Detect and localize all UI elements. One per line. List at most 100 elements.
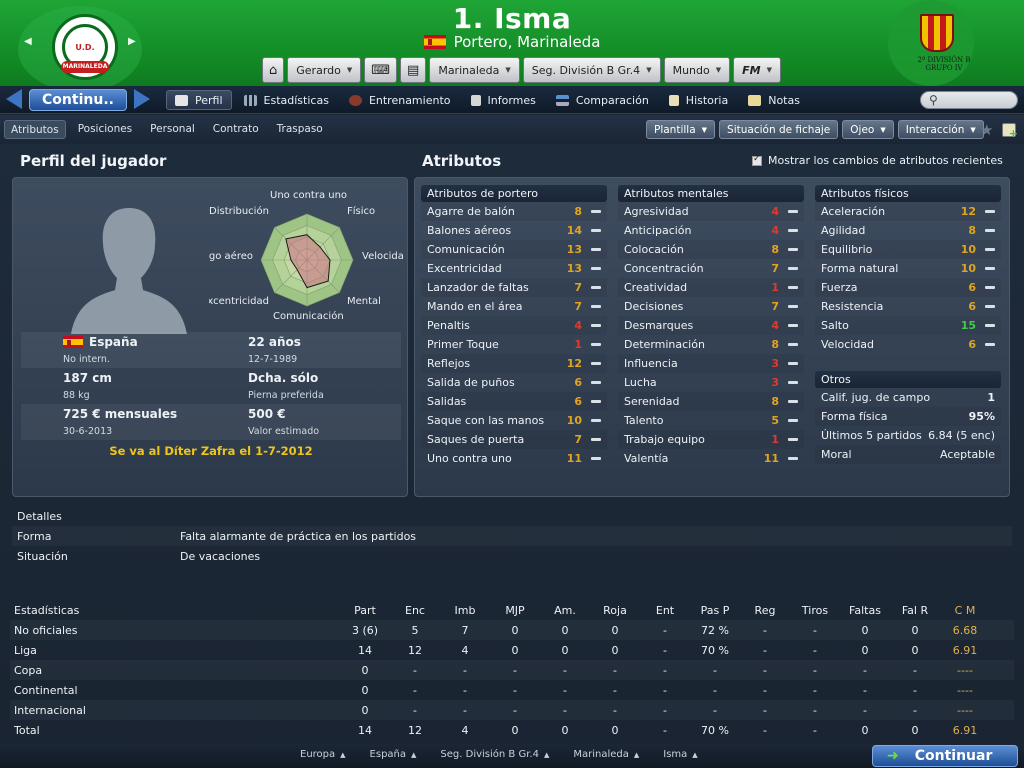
back-arrow-icon[interactable]	[6, 89, 22, 109]
stats-column-header[interactable]: Roja	[590, 604, 640, 617]
attribute-row[interactable]: Concentración 7	[618, 259, 804, 278]
add-note-icon[interactable]	[1002, 123, 1018, 140]
stats-column-header[interactable]: Am.	[540, 604, 590, 617]
subtab-personal[interactable]: Personal	[144, 120, 201, 139]
transfer-status-button[interactable]: Situación de fichaje	[719, 120, 839, 139]
tab-perfil[interactable]: Perfil	[166, 90, 232, 110]
stats-cell: 4	[461, 723, 469, 737]
competition-menu-button[interactable]: Seg. División B Gr.4 ▼	[522, 57, 661, 83]
attribute-row[interactable]: Penaltis 4	[421, 316, 607, 335]
attribute-name: Saques de puerta	[427, 433, 525, 446]
attribute-row[interactable]: Agilidad 8	[815, 221, 1001, 240]
calendar-button[interactable]: ▤	[400, 57, 427, 83]
inbox-button[interactable]: ⌨	[364, 57, 398, 83]
attribute-row[interactable]: Anticipación 4	[618, 221, 804, 240]
stats-column-header[interactable]: MJP	[490, 604, 540, 617]
preferred-foot: Dcha. sólo	[248, 371, 319, 385]
stats-column-header[interactable]: C M	[940, 604, 990, 617]
stats-column-header[interactable]: Enc	[390, 604, 440, 617]
attribute-row[interactable]: Talento 5	[618, 411, 804, 430]
star-icon[interactable]: ★	[980, 121, 993, 139]
attribute-row[interactable]: Salto 15	[815, 316, 1001, 335]
attribute-row[interactable]: Equilibrio 10	[815, 240, 1001, 259]
subtab-traspaso[interactable]: Traspaso	[271, 120, 329, 139]
stats-column-header[interactable]: Tiros	[790, 604, 840, 617]
stats-column-header[interactable]: Part	[340, 604, 390, 617]
attribute-row[interactable]: Uno contra uno 11	[421, 449, 607, 468]
breadcrumb-item[interactable]: Isma ▲	[663, 749, 697, 760]
tab-informes[interactable]: Informes	[463, 90, 544, 110]
tab-comparacion[interactable]: Comparación	[548, 90, 657, 110]
plantilla-button[interactable]: Plantilla ▼	[646, 120, 716, 139]
stats-column-header[interactable]: Reg	[740, 604, 790, 617]
stats-column-header[interactable]: Ent	[640, 604, 690, 617]
attribute-row[interactable]: Agarre de balón 8	[421, 202, 607, 221]
attribute-row[interactable]: Resistencia 6	[815, 297, 1001, 316]
interaction-button[interactable]: Interacción ▼	[897, 120, 984, 139]
attribute-row[interactable]: Agresividad 4	[618, 202, 804, 221]
breadcrumb-item[interactable]: España ▲	[370, 749, 417, 760]
club-menu-button[interactable]: Marinaleda ▼	[429, 57, 520, 83]
fm-menu-button[interactable]: FM ▼	[733, 57, 781, 83]
home-button[interactable]: ⌂	[262, 57, 285, 83]
attribute-row[interactable]: Serenidad 8	[618, 392, 804, 411]
attribute-row[interactable]: Forma natural 10	[815, 259, 1001, 278]
stats-cell: 70 %	[701, 643, 729, 657]
breadcrumb-item[interactable]: Seg. División B Gr.4 ▲	[440, 749, 549, 760]
forward-arrow-icon[interactable]	[134, 89, 150, 109]
attribute-row[interactable]: Colocación 8	[618, 240, 804, 259]
attribute-row[interactable]: Creatividad 1	[618, 278, 804, 297]
tab-entrenamiento[interactable]: Entrenamiento	[341, 90, 459, 110]
attribute-row[interactable]: Comunicación 13	[421, 240, 607, 259]
attribute-value: 8	[771, 243, 779, 256]
show-changes-toggle[interactable]: Mostrar los cambios de atributos recient…	[752, 154, 1003, 167]
attribute-row[interactable]: Fuerza 6	[815, 278, 1001, 297]
attribute-row[interactable]: Velocidad 6	[815, 335, 1001, 354]
attribute-row[interactable]: Lucha 3	[618, 373, 804, 392]
tab-notas[interactable]: Notas	[740, 90, 808, 110]
tab-historia[interactable]: Historia	[661, 90, 736, 110]
attribute-row[interactable]: Excentricidad 13	[421, 259, 607, 278]
nationality: España	[63, 335, 138, 349]
notes-icon	[748, 94, 762, 106]
radar-label-bottom: Comunicación	[273, 311, 344, 322]
trend-dash-icon	[591, 286, 601, 289]
attribute-row[interactable]: Salidas 6	[421, 392, 607, 411]
attribute-row[interactable]: Salida de puños 6	[421, 373, 607, 392]
attribute-row[interactable]: Primer Toque 1	[421, 335, 607, 354]
continue-button[interactable]: ➜ Continuar	[872, 745, 1018, 767]
attribute-row[interactable]: Desmarques 4	[618, 316, 804, 335]
attribute-row[interactable]: Aceleración 12	[815, 202, 1001, 221]
attribute-row[interactable]: Saques de puerta 7	[421, 430, 607, 449]
subtab-atributos[interactable]: Atributos	[4, 120, 66, 139]
attribute-row[interactable]: Influencia 3	[618, 354, 804, 373]
attribute-row[interactable]: Saque con las manos 10	[421, 411, 607, 430]
tab-estadisticas[interactable]: Estadísticas	[236, 90, 337, 110]
stats-column-header[interactable]: Pas P	[690, 604, 740, 617]
checkbox[interactable]	[752, 154, 762, 166]
stats-cell: -	[863, 683, 867, 697]
breadcrumb-item[interactable]: Europa ▲	[300, 749, 346, 760]
search-input[interactable]: ⚲	[920, 91, 1018, 109]
stats-cell: 3 (6)	[351, 623, 379, 637]
attribute-row[interactable]: Mando en el área 7	[421, 297, 607, 316]
attribute-row[interactable]: Balones aéreos 14	[421, 221, 607, 240]
attribute-row[interactable]: Decisiones 7	[618, 297, 804, 316]
attribute-row[interactable]: Reflejos 12	[421, 354, 607, 373]
stats-column-header[interactable]: Imb	[440, 604, 490, 617]
breadcrumb-item[interactable]: Marinaleda ▲	[573, 749, 639, 760]
stats-column-header[interactable]: Faltas	[840, 604, 890, 617]
attribute-row[interactable]: Determinación 8	[618, 335, 804, 354]
stats-cell: -	[913, 683, 917, 697]
subtab-posiciones[interactable]: Posiciones	[72, 120, 138, 139]
scout-button[interactable]: Ojeo ▼	[842, 120, 894, 139]
attribute-row[interactable]: Trabajo equipo 1	[618, 430, 804, 449]
stats-column-header[interactable]: Fal R	[890, 604, 940, 617]
world-menu-button[interactable]: Mundo ▼	[663, 57, 731, 83]
trend-dash-icon	[788, 210, 798, 213]
subtab-contrato[interactable]: Contrato	[207, 120, 265, 139]
attribute-row[interactable]: Valentía 11	[618, 449, 804, 468]
continue-button-top[interactable]: Continu..	[29, 89, 127, 111]
attribute-row[interactable]: Lanzador de faltas 7	[421, 278, 607, 297]
manager-menu-button[interactable]: Gerardo ▼	[287, 57, 362, 83]
